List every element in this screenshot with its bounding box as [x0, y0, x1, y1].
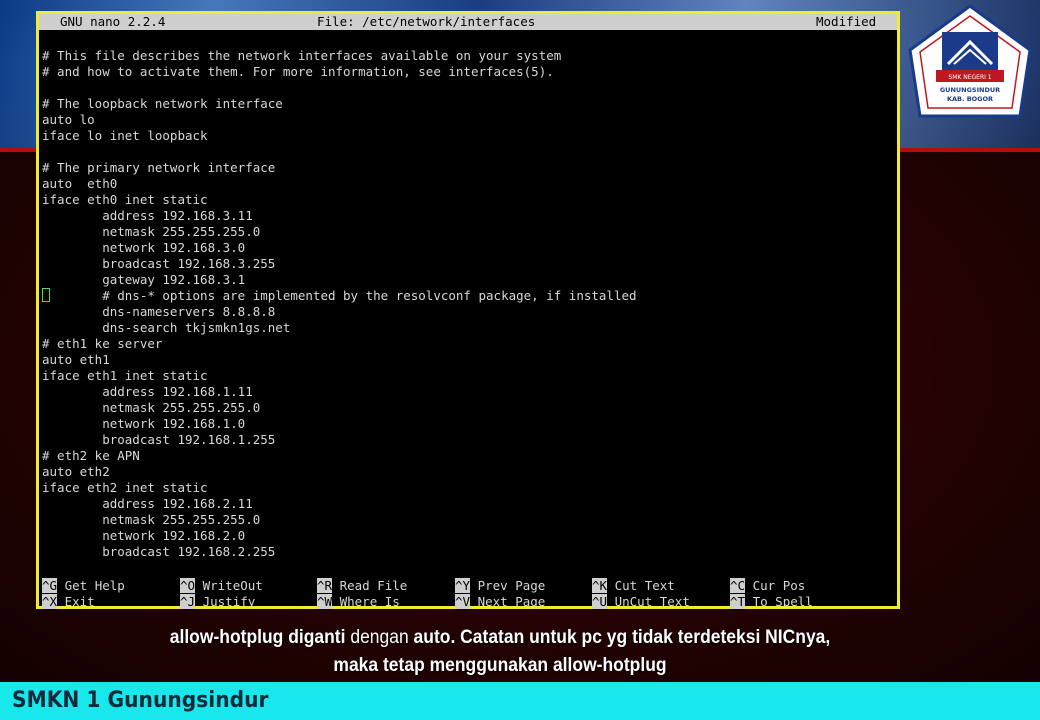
shortcut-writeout[interactable]: ^O WriteOut [180, 578, 263, 594]
shortcut-uncut-text[interactable]: ^U UnCut Text [592, 594, 690, 610]
shortcut-key: ^U [592, 594, 608, 609]
caption-line-2: maka tetap menggunakan allow-hotplug [333, 655, 667, 676]
footer-title: SMKN 1 Gunungsindur [12, 688, 269, 713]
file-line: iface lo inet loopback [42, 128, 208, 143]
file-line: iface eth1 inet static [42, 368, 208, 383]
file-line: dns-search tkjsmkn1gs.net [42, 320, 291, 335]
shortcut-row-1: ^G Get Help ^O WriteOut ^R Read File ^Y Pre… [42, 578, 892, 594]
shortcut-label: Where Is [332, 594, 400, 609]
shortcut-label: UnCut Text [607, 594, 690, 609]
file-content[interactable]: # This file describes the network interf… [42, 48, 892, 560]
file-line: # eth2 ke APN [42, 448, 140, 463]
shortcut-label: Cur Pos [745, 578, 806, 593]
shortcut-label: Get Help [57, 578, 125, 593]
file-line: address 192.168.2.11 [42, 496, 253, 511]
file-line: network 192.168.1.0 [42, 416, 246, 431]
file-line: auto eth2 [42, 464, 110, 479]
file-line: auto eth0 [42, 176, 118, 191]
shortcut-label: WriteOut [195, 578, 263, 593]
file-line: gateway 192.168.3.1 [42, 272, 246, 287]
shortcut-exit[interactable]: ^X Exit [42, 594, 95, 610]
file-line: # eth1 ke server [42, 336, 163, 351]
file-line: # The loopback network interface [42, 96, 283, 111]
shortcut-key: ^T [730, 594, 746, 609]
caption-part-1: allow-hotplug diganti [169, 627, 346, 648]
shortcut-cur-pos[interactable]: ^C Cur Pos [730, 578, 805, 594]
file-line: network 192.168.2.0 [42, 528, 246, 543]
shortcut-label: Read File [332, 578, 408, 593]
file-line: # The primary network interface [42, 160, 276, 175]
nano-titlebar: GNU nano 2.2.4 File: /etc/network/interf… [39, 14, 897, 30]
shortcut-key: ^C [730, 578, 746, 593]
file-line: broadcast 192.168.3.255 [42, 256, 276, 271]
file-line: broadcast 192.168.1.255 [42, 432, 276, 447]
slide-caption: allow-hotplug diganti dengan auto. Catat… [40, 624, 960, 680]
logo-top-text: SMK NEGERI 1 [948, 74, 991, 81]
shortcut-cut-text[interactable]: ^K Cut Text [592, 578, 675, 594]
file-line: netmask 255.255.255.0 [42, 224, 261, 239]
file-line: auto lo [42, 112, 95, 127]
shortcut-label: Prev Page [470, 578, 546, 593]
shortcut-label: To Spell [745, 594, 813, 609]
shortcut-read-file[interactable]: ^R Read File [317, 578, 407, 594]
shortcut-key: ^V [455, 594, 471, 609]
file-line: # and how to activate them. For more inf… [42, 64, 554, 79]
modified-status: Modified [816, 14, 877, 29]
file-line: address 192.168.3.11 [42, 208, 253, 223]
app-version: GNU nano 2.2.4 [60, 14, 166, 29]
logo-bottom-text: KAB. BOGOR [947, 95, 993, 103]
shortcut-get-help[interactable]: ^G Get Help [42, 578, 125, 594]
shortcut-next-page[interactable]: ^V Next Page [455, 594, 545, 610]
shortcut-label: Justify [195, 594, 256, 609]
shortcut-label: Next Page [470, 594, 546, 609]
file-line: network 192.168.3.0 [42, 240, 246, 255]
file-line [42, 144, 892, 160]
shortcut-where-is[interactable]: ^W Where Is [317, 594, 400, 610]
shortcut-prev-page[interactable]: ^Y Prev Page [455, 578, 545, 594]
file-line: auto eth1 [42, 352, 110, 367]
shortcut-key: ^O [180, 578, 196, 593]
shortcut-to-spell[interactable]: ^T To Spell [730, 594, 813, 610]
file-line: netmask 255.255.255.0 [42, 512, 261, 527]
footer-bar: SMKN 1 Gunungsindur [0, 682, 1040, 720]
shortcut-label: Cut Text [607, 578, 675, 593]
file-line: # This file describes the network interf… [42, 48, 562, 63]
file-line: broadcast 192.168.2.255 [42, 544, 276, 559]
school-logo: SMK NEGERI 1 GUNUNGSINDUR KAB. BOGOR [908, 4, 1032, 118]
file-path: File: /etc/network/interfaces [317, 14, 536, 29]
logo-mid-text: GUNUNGSINDUR [940, 86, 1000, 94]
shortcut-key: ^K [592, 578, 608, 593]
shortcut-key: ^J [180, 594, 196, 609]
text-cursor [42, 288, 50, 302]
file-line: address 192.168.1.11 [42, 384, 253, 399]
file-line: iface eth0 inet static [42, 192, 208, 207]
caption-part-3: auto. Catatan untuk pc yg tidak terdetek… [413, 627, 831, 648]
shortcut-justify[interactable]: ^J Justify [180, 594, 255, 610]
caption-part-2: dengan [345, 627, 414, 648]
shortcut-row-2: ^X Exit ^J Justify ^W Where Is ^V Next Page… [42, 594, 892, 610]
shortcut-key: ^Y [455, 578, 471, 593]
file-line: # dns-* options are implemented by the r… [42, 288, 637, 303]
file-line: iface eth2 inet static [42, 480, 208, 495]
shortcut-key: ^G [42, 578, 58, 593]
shortcut-bar: ^G Get Help ^O WriteOut ^R Read File ^Y Pre… [42, 578, 892, 610]
file-line: dns-nameservers 8.8.8.8 [42, 304, 276, 319]
file-line: netmask 255.255.255.0 [42, 400, 261, 415]
nano-terminal-window[interactable]: GNU nano 2.2.4 File: /etc/network/interf… [36, 11, 900, 609]
shortcut-key: ^X [42, 594, 58, 609]
file-line [42, 80, 892, 96]
shortcut-label: Exit [57, 594, 95, 609]
shortcut-key: ^W [317, 594, 333, 609]
shortcut-key: ^R [317, 578, 333, 593]
